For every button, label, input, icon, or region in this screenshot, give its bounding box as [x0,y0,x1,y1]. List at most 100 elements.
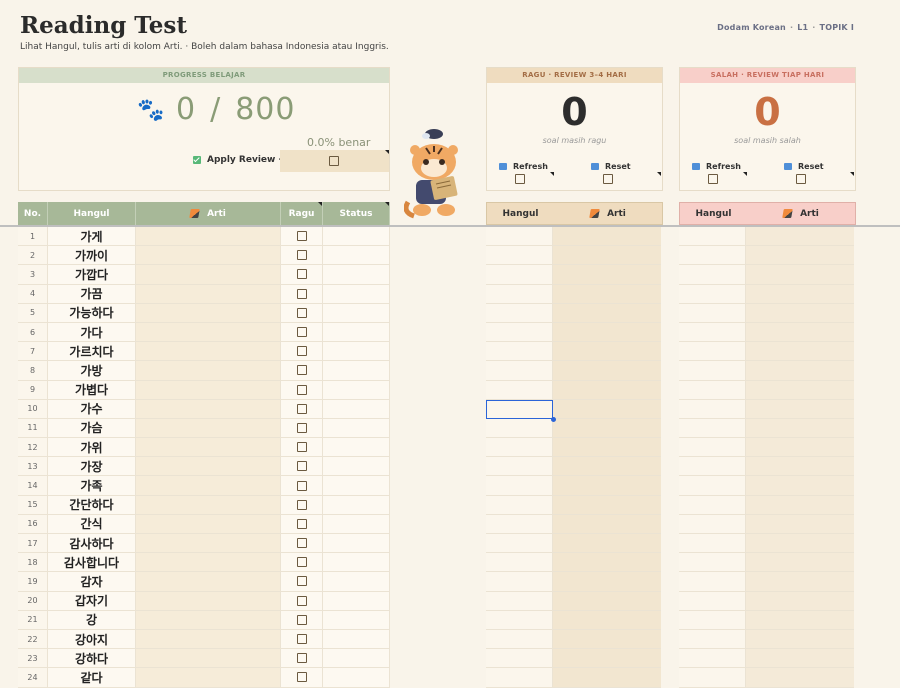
salah-arti-cell[interactable] [746,610,854,629]
arti-input-cell[interactable] [136,668,281,687]
salah-arti-cell[interactable] [746,399,854,418]
ragu-hangul-cell[interactable] [486,668,553,687]
ragu-hangul-cell[interactable] [486,284,553,303]
arti-input-cell[interactable] [136,629,281,649]
salah-hangul-cell[interactable] [679,418,746,438]
ragu-cell[interactable] [281,553,323,572]
ragu-arti-cell[interactable] [553,418,661,438]
salah-arti-cell[interactable] [746,476,854,495]
ragu-checkbox[interactable] [296,442,307,453]
arti-input-cell[interactable] [136,227,281,246]
ragu-hangul-cell[interactable] [486,649,553,668]
arti-input-cell[interactable] [136,438,281,457]
ragu-hangul-cell[interactable] [486,457,553,476]
ragu-arti-cell[interactable] [553,342,661,361]
ragu-arti-cell[interactable] [553,380,661,399]
selected-cell[interactable] [486,400,553,419]
status-cell[interactable] [323,495,390,514]
salah-hangul-cell[interactable] [679,265,746,284]
salah-hangul-cell[interactable] [679,246,746,265]
ragu-hangul-cell[interactable] [486,246,553,265]
status-cell[interactable] [323,284,390,303]
salah-arti-cell[interactable] [746,649,854,668]
arti-input-cell[interactable] [136,476,281,495]
ragu-cell[interactable] [281,495,323,514]
ragu-hangul-cell[interactable] [486,514,553,533]
ragu-hangul-cell[interactable] [486,438,553,457]
ragu-arti-cell[interactable] [553,649,661,668]
salah-arti-cell[interactable] [746,227,854,246]
ragu-arti-cell[interactable] [553,361,661,380]
ragu-cell[interactable] [281,265,323,284]
ragu-checkbox[interactable] [296,634,307,645]
status-cell[interactable] [323,629,390,649]
status-cell[interactable] [323,572,390,591]
ragu-cell[interactable] [281,610,323,629]
ragu-checkbox[interactable] [296,614,307,625]
status-cell[interactable] [323,342,390,361]
salah-arti-cell[interactable] [746,361,854,380]
arti-input-cell[interactable] [136,591,281,610]
salah-hangul-cell[interactable] [679,476,746,495]
ragu-hangul-cell[interactable] [486,476,553,495]
ragu-cell[interactable] [281,418,323,438]
salah-hangul-cell[interactable] [679,534,746,553]
salah-hangul-cell[interactable] [679,457,746,476]
ragu-cell[interactable] [281,399,323,418]
arti-input-cell[interactable] [136,303,281,322]
salah-arti-cell[interactable] [746,265,854,284]
ragu-cell[interactable] [281,591,323,610]
ragu-checkbox[interactable] [296,346,307,357]
salah-arti-cell[interactable] [746,495,854,514]
salah-arti-cell[interactable] [746,668,854,687]
ragu-refresh-checkbox[interactable] [515,174,525,184]
ragu-cell[interactable] [281,246,323,265]
ragu-arti-cell[interactable] [553,553,661,572]
ragu-hangul-cell[interactable] [486,534,553,553]
ragu-arti-cell[interactable] [553,572,661,591]
status-cell[interactable] [323,227,390,246]
ragu-arti-cell[interactable] [553,514,661,533]
ragu-cell[interactable] [281,457,323,476]
ragu-arti-cell[interactable] [553,322,661,342]
arti-input-cell[interactable] [136,342,281,361]
ragu-checkbox[interactable] [296,422,307,433]
arti-input-cell[interactable] [136,553,281,572]
salah-hangul-cell[interactable] [679,284,746,303]
salah-arti-cell[interactable] [746,457,854,476]
ragu-cell[interactable] [281,649,323,668]
ragu-checkbox[interactable] [296,653,307,664]
status-cell[interactable] [323,610,390,629]
ragu-hangul-cell[interactable] [486,303,553,322]
ragu-hangul-cell[interactable] [486,380,553,399]
ragu-checkbox[interactable] [296,595,307,606]
ragu-checkbox[interactable] [296,576,307,587]
status-cell[interactable] [323,668,390,687]
salah-hangul-cell[interactable] [679,303,746,322]
salah-hangul-cell[interactable] [679,495,746,514]
ragu-reset-button[interactable]: Reset [591,162,631,171]
arti-input-cell[interactable] [136,399,281,418]
ragu-refresh-button[interactable]: Refresh [499,162,548,171]
status-cell[interactable] [323,246,390,265]
arti-input-cell[interactable] [136,495,281,514]
ragu-arti-cell[interactable] [553,476,661,495]
salah-reset-button[interactable]: Reset [784,162,824,171]
salah-arti-cell[interactable] [746,322,854,342]
arti-input-cell[interactable] [136,380,281,399]
ragu-cell[interactable] [281,342,323,361]
arti-input-cell[interactable] [136,649,281,668]
ragu-hangul-cell[interactable] [486,572,553,591]
salah-reset-checkbox[interactable] [796,174,806,184]
ragu-arti-cell[interactable] [553,227,661,246]
ragu-hangul-cell[interactable] [486,342,553,361]
salah-arti-cell[interactable] [746,591,854,610]
ragu-arti-cell[interactable] [553,534,661,553]
salah-hangul-cell[interactable] [679,322,746,342]
status-cell[interactable] [323,514,390,533]
arti-input-cell[interactable] [136,361,281,380]
ragu-hangul-cell[interactable] [486,361,553,380]
status-cell[interactable] [323,649,390,668]
salah-arti-cell[interactable] [746,534,854,553]
status-cell[interactable] [323,418,390,438]
